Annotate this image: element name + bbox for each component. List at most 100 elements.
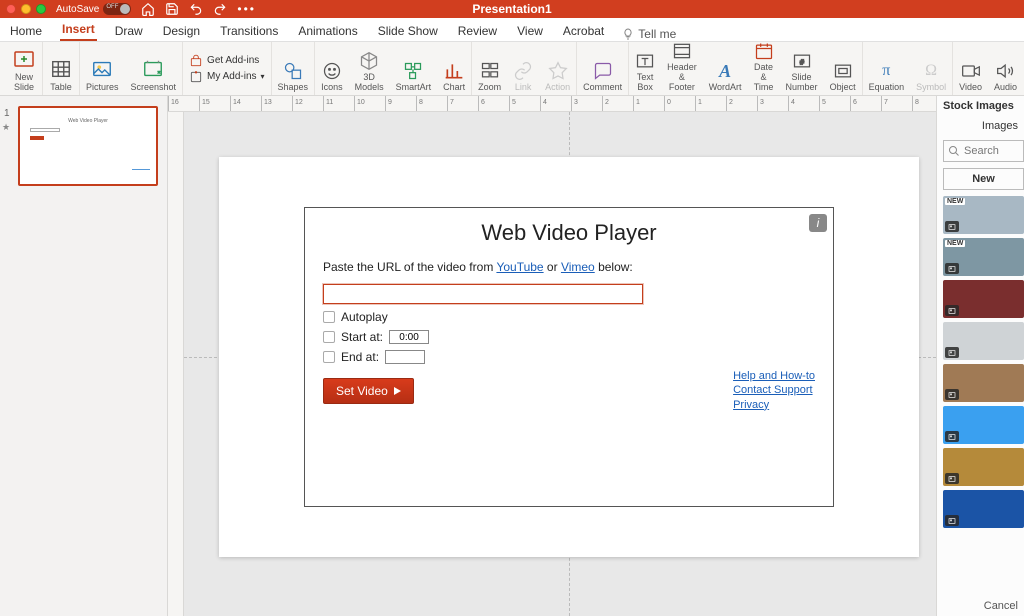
video-button[interactable]: Video (953, 42, 988, 95)
thumb-title: Web Video Player (26, 118, 150, 124)
stock-cancel-button[interactable]: Cancel (937, 596, 1024, 616)
3d-models-button[interactable]: 3D Models (349, 42, 390, 95)
zoom-icon (480, 61, 500, 81)
undo-icon[interactable] (189, 2, 203, 16)
tab-acrobat[interactable]: Acrobat (561, 21, 606, 41)
vimeo-link[interactable]: Vimeo (561, 260, 595, 274)
autosave-toggle[interactable]: AutoSave OFF (56, 3, 131, 15)
autosave-label: AutoSave (56, 4, 99, 15)
end-at-label: End at: (341, 350, 379, 364)
help-howto-link[interactable]: Help and How-to (733, 369, 815, 383)
my-addins-button[interactable]: My Add-ins ▾ (189, 70, 264, 84)
link-icon (513, 61, 533, 81)
audio-icon (996, 61, 1016, 81)
symbol-icon: Ω (925, 62, 937, 80)
tab-review[interactable]: Review (456, 21, 499, 41)
new-slide-button[interactable]: New Slide (6, 42, 43, 95)
stock-image-thumb[interactable] (943, 364, 1024, 402)
end-at-checkbox[interactable] (323, 351, 335, 363)
slidenumber-icon: # (792, 51, 812, 71)
shapes-button[interactable]: Shapes (272, 42, 316, 95)
textbox-button[interactable]: Text Box (629, 42, 661, 95)
help-links: Help and How-to Contact Support Privacy (733, 369, 815, 412)
my-addins-label: My Add-ins (207, 71, 256, 82)
slide-thumbnail-1[interactable]: 1 ★ Web Video Player (10, 106, 157, 186)
stock-new-button[interactable]: New (943, 168, 1024, 190)
tell-me-search[interactable]: Tell me (622, 27, 676, 41)
play-icon (394, 387, 401, 395)
youtube-link[interactable]: YouTube (496, 260, 543, 274)
stock-image-thumb[interactable] (943, 322, 1024, 360)
tab-design[interactable]: Design (161, 21, 202, 41)
comment-button[interactable]: Comment (577, 42, 629, 95)
table-button[interactable]: Table (43, 42, 80, 95)
stock-image-thumb[interactable]: NEW (943, 196, 1024, 234)
tab-draw[interactable]: Draw (113, 21, 145, 41)
wordart-button[interactable]: AWordArt (703, 42, 748, 95)
pictures-icon (91, 58, 113, 80)
tab-view[interactable]: View (515, 21, 545, 41)
redo-icon[interactable] (213, 2, 227, 16)
ribbon: New Slide Table Pictures Screenshot Get … (0, 42, 1024, 96)
pictures-button[interactable]: Pictures (80, 42, 125, 95)
slide-canvas-area: 1615141312111098765432101234567891011121… (168, 96, 936, 616)
home-icon[interactable] (141, 2, 155, 16)
get-addins-button[interactable]: Get Add-ins (189, 54, 264, 68)
chart-button[interactable]: Chart (437, 42, 472, 95)
slide[interactable]: i Web Video Player Paste the URL of the … (219, 157, 919, 557)
ribbon-tabs: Home Insert Draw Design Transitions Anim… (0, 18, 1024, 42)
autoplay-checkbox[interactable] (323, 311, 335, 323)
stock-image-thumb[interactable] (943, 490, 1024, 528)
privacy-link[interactable]: Privacy (733, 398, 815, 412)
tell-me-label: Tell me (638, 27, 676, 41)
puzzle-icon (189, 70, 203, 84)
new-slide-icon (12, 47, 36, 71)
contact-support-link[interactable]: Contact Support (733, 383, 815, 397)
datetime-button[interactable]: Date & Time (748, 42, 780, 95)
stock-image-thumb[interactable] (943, 280, 1024, 318)
object-button[interactable]: Object (824, 42, 863, 95)
stock-pane-title: Stock Images (937, 96, 1024, 116)
slidenumber-button[interactable]: #Slide Number (780, 42, 824, 95)
equation-button[interactable]: πEquation (863, 42, 911, 95)
tab-home[interactable]: Home (8, 21, 44, 41)
smartart-button[interactable]: SmartArt (390, 42, 438, 95)
zoom-button[interactable]: Zoom (472, 42, 507, 95)
window-controls (6, 4, 46, 14)
more-icon[interactable]: ••• (237, 2, 256, 16)
tab-insert[interactable]: Insert (60, 19, 97, 41)
cube-icon (359, 51, 379, 71)
audio-button[interactable]: Audio (988, 42, 1023, 95)
canvas-background[interactable]: i Web Video Player Paste the URL of the … (184, 112, 936, 616)
start-at-input[interactable] (389, 330, 429, 344)
stock-image-thumb[interactable] (943, 448, 1024, 486)
action-icon (548, 61, 568, 81)
minimize-window-button[interactable] (21, 4, 31, 14)
info-button[interactable]: i (809, 214, 827, 232)
close-window-button[interactable] (6, 4, 16, 14)
equation-icon: π (882, 62, 890, 80)
action-button: Action (539, 42, 577, 95)
workspace: 1 ★ Web Video Player 1615141312111098765… (0, 96, 1024, 616)
stock-image-thumb[interactable]: NEW (943, 238, 1024, 276)
end-at-input[interactable] (385, 350, 425, 364)
stock-search-input[interactable]: Search (943, 140, 1024, 162)
header-footer-button[interactable]: Header & Footer (661, 42, 703, 95)
stock-search-placeholder: Search (964, 145, 999, 157)
video-url-input[interactable] (323, 284, 643, 304)
stock-pane-subtitle[interactable]: Images (937, 116, 1024, 136)
save-icon[interactable] (165, 2, 179, 16)
image-type-icon (945, 221, 959, 232)
set-video-button[interactable]: Set Video (323, 378, 414, 404)
tab-transitions[interactable]: Transitions (218, 21, 280, 41)
stock-image-thumb[interactable] (943, 406, 1024, 444)
stock-images-pane: Stock Images Images Search New NEW NEW Ca… (936, 96, 1024, 616)
screenshot-button[interactable]: Screenshot (125, 42, 184, 95)
svg-text:#: # (799, 58, 804, 67)
icons-button[interactable]: Icons (315, 42, 349, 95)
maximize-window-button[interactable] (36, 4, 46, 14)
shapes-icon (283, 61, 303, 81)
tab-slideshow[interactable]: Slide Show (376, 21, 440, 41)
start-at-checkbox[interactable] (323, 331, 335, 343)
tab-animations[interactable]: Animations (296, 21, 359, 41)
